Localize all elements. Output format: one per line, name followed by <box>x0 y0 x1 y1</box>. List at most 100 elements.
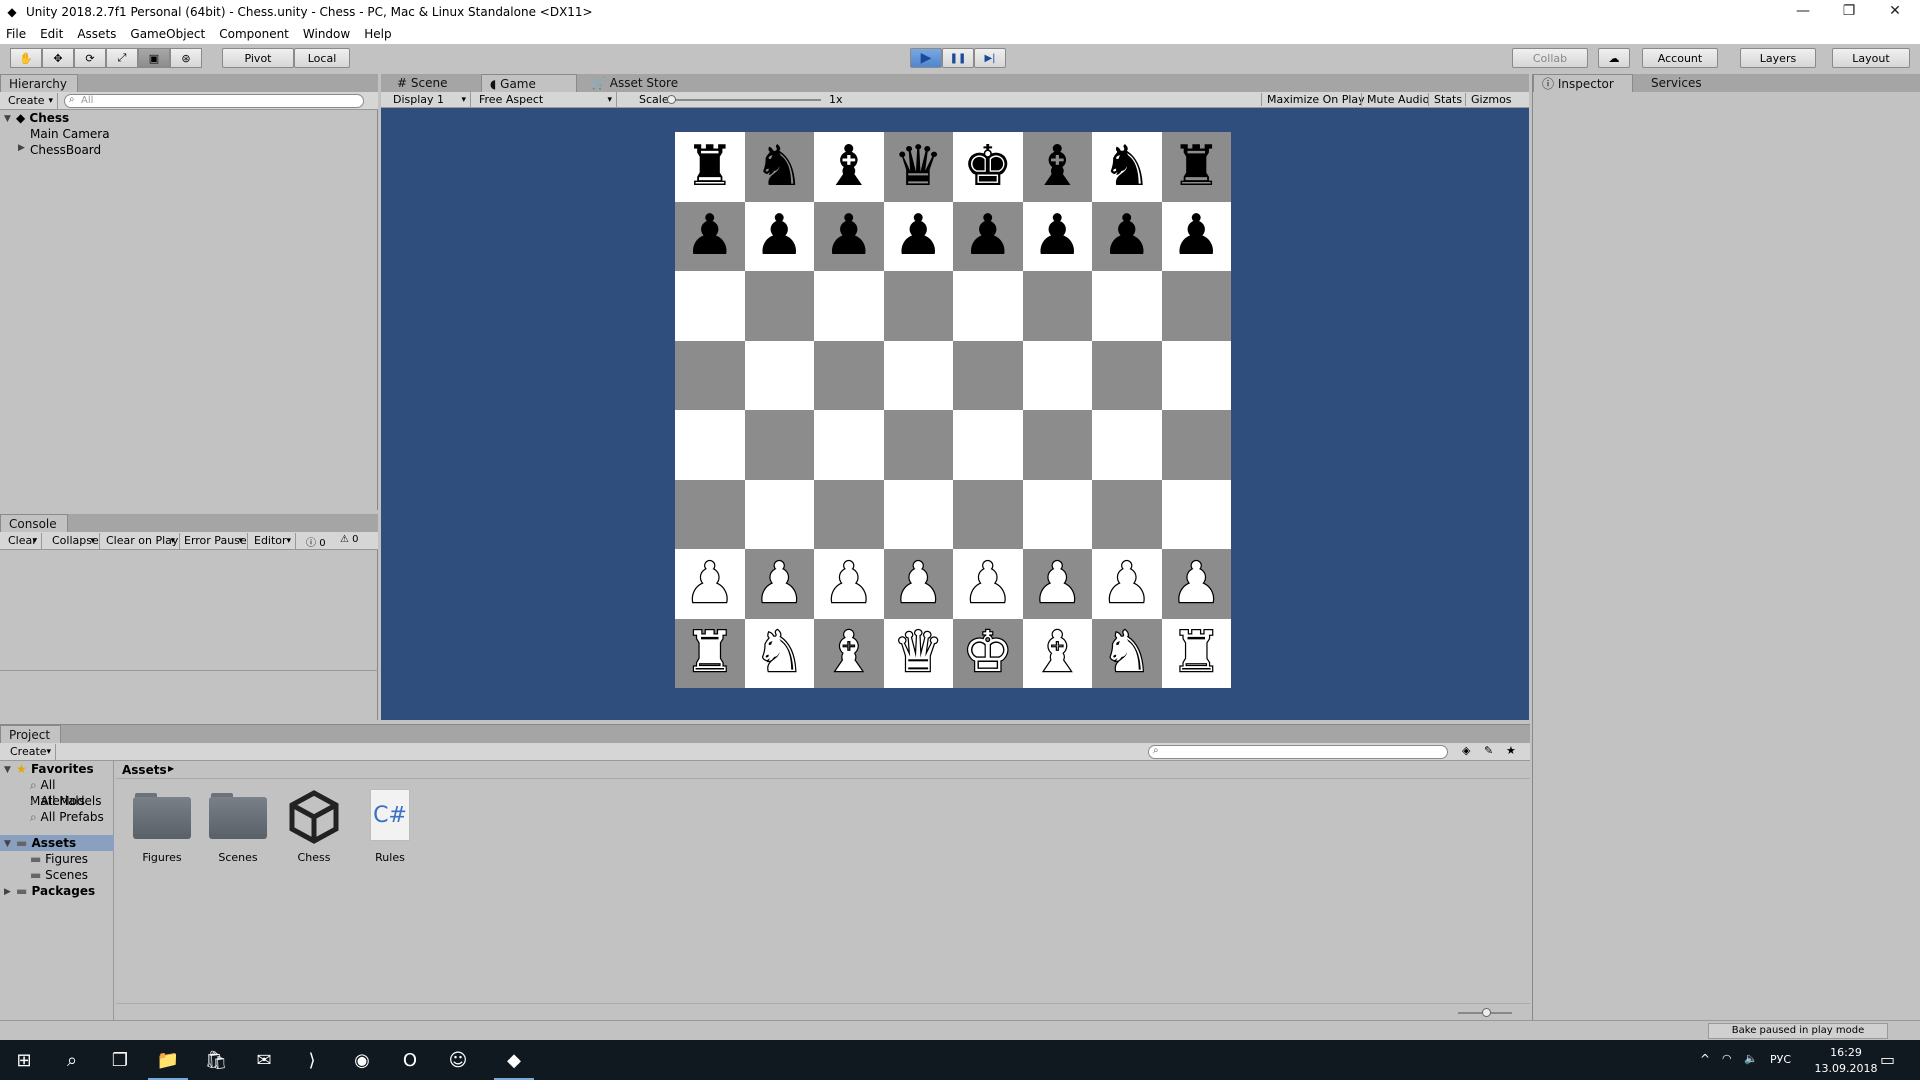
mute-audio-toggle[interactable]: Mute Audio <box>1361 93 1429 106</box>
project-create-dropdown[interactable]: Create <box>4 744 56 760</box>
black-queen-piece[interactable]: ♛ <box>893 138 943 195</box>
menu-gameobject[interactable]: GameObject <box>130 27 205 41</box>
board-square[interactable]: ♟ <box>675 549 745 619</box>
favorite-all-materials[interactable]: ⌕ All Materials <box>30 777 113 808</box>
assets-folder-figures[interactable]: ▬ Figures <box>30 851 88 867</box>
unity-icon[interactable]: ◆ <box>490 1040 538 1080</box>
scene-root-chess[interactable]: ◆ Chess <box>16 110 69 126</box>
filter-by-type-icon[interactable]: ◈ <box>1462 744 1470 757</box>
favorites-star-icon[interactable]: ★ <box>1506 744 1516 757</box>
board-square[interactable] <box>1161 340 1231 410</box>
board-square[interactable]: ♚ <box>953 132 1023 202</box>
black-pawn-piece[interactable]: ♟ <box>1171 208 1221 264</box>
input-language[interactable]: РУС <box>1770 1053 1791 1066</box>
board-square[interactable]: ♟ <box>1092 201 1162 271</box>
board-square[interactable] <box>744 271 814 341</box>
board-square[interactable] <box>814 340 884 410</box>
tab-inspector[interactable]: ⓘ Inspector <box>1533 74 1633 92</box>
white-pawn-piece[interactable]: ♟ <box>1031 554 1084 613</box>
board-square[interactable] <box>675 271 745 341</box>
chess-board[interactable]: ♜ ♞ ♝ ♛ ♚ ♝ ♞ ♜ ♟ ♟ ♟ ♟ ♟ ♟ ♟ ♟ ♟ ♟ ♟ ♟ ♟ ♟ ♟ ♟ ♜ ♞ ♝ ♛ ♚ ♝ ♞ ♜ <box>675 132 1231 688</box>
board-square[interactable] <box>1161 271 1231 341</box>
scale-slider-track[interactable] <box>671 99 821 101</box>
board-square[interactable]: ♟ <box>1022 549 1092 619</box>
board-square[interactable]: ♟ <box>1022 201 1092 271</box>
favorite-all-prefabs[interactable]: ⌕ All Prefabs <box>30 809 104 825</box>
black-bishop-piece[interactable]: ♝ <box>1032 138 1082 195</box>
asset-scenes-folder[interactable]: Scenes <box>198 793 278 864</box>
step-button[interactable]: ▶| <box>974 48 1006 68</box>
favorite-all-models[interactable]: ⌕ All Models <box>30 793 102 809</box>
board-square[interactable] <box>675 479 745 549</box>
black-pawn-piece[interactable]: ♟ <box>1032 208 1082 264</box>
white-knight-piece[interactable]: ♞ <box>753 624 806 683</box>
white-pawn-piece[interactable]: ♟ <box>1170 554 1223 613</box>
asset-rules-script[interactable]: C# Rules <box>350 789 430 864</box>
tab-console[interactable]: Console <box>0 514 68 532</box>
board-square[interactable] <box>814 479 884 549</box>
menu-assets[interactable]: Assets <box>77 27 116 41</box>
close-button[interactable]: ✕ <box>1872 0 1918 24</box>
board-square[interactable] <box>1092 479 1162 549</box>
board-square[interactable]: ♟ <box>883 201 953 271</box>
white-pawn-piece[interactable]: ♟ <box>1100 554 1153 613</box>
board-square[interactable] <box>1022 410 1092 480</box>
hierarchy-search-input[interactable]: ⌕ All <box>64 94 364 108</box>
board-square[interactable]: ♝ <box>814 618 884 688</box>
asset-chess-scene[interactable]: Chess <box>274 789 354 864</box>
game-view[interactable]: ♜ ♞ ♝ ♛ ♚ ♝ ♞ ♜ ♟ ♟ ♟ ♟ ♟ ♟ ♟ ♟ ♟ ♟ ♟ ♟ ♟ ♟ ♟ ♟ ♜ ♞ ♝ ♛ ♚ ♝ ♞ ♜ <box>381 108 1529 720</box>
board-square[interactable] <box>675 410 745 480</box>
filter-by-label-icon[interactable]: ✎ <box>1484 744 1493 757</box>
chess-scene-foldout[interactable]: ▼ <box>4 114 11 124</box>
hierarchy-item-chessboard[interactable]: ChessBoard <box>30 142 101 158</box>
icon-size-slider-thumb[interactable] <box>1482 1008 1491 1017</box>
white-knight-piece[interactable]: ♞ <box>1100 624 1153 683</box>
black-pawn-piece[interactable]: ♟ <box>685 208 735 264</box>
scale-slider-thumb[interactable] <box>667 95 676 104</box>
tab-asset-store[interactable]: 🛒 Asset Store <box>583 74 688 92</box>
black-pawn-piece[interactable]: ♟ <box>963 208 1013 264</box>
board-square[interactable] <box>744 410 814 480</box>
white-queen-piece[interactable]: ♛ <box>892 624 945 683</box>
board-square[interactable]: ♞ <box>1092 132 1162 202</box>
clock-time[interactable]: 16:29 <box>1816 1046 1876 1059</box>
volume-icon[interactable]: 🔈 <box>1744 1052 1758 1065</box>
board-square[interactable]: ♞ <box>1092 618 1162 688</box>
board-square[interactable] <box>744 340 814 410</box>
pivot-toggle[interactable]: Pivot <box>222 48 294 68</box>
board-square[interactable] <box>814 271 884 341</box>
black-pawn-piece[interactable]: ♟ <box>754 208 804 264</box>
board-square[interactable]: ♟ <box>1161 549 1231 619</box>
board-square[interactable]: ♟ <box>883 549 953 619</box>
console-clear-button[interactable]: Clear <box>2 533 42 549</box>
console-clear-on-play-button[interactable]: Clear on Play <box>102 533 180 549</box>
discord-icon[interactable]: ☺ <box>434 1040 482 1080</box>
board-square[interactable]: ♝ <box>814 132 884 202</box>
black-pawn-piece[interactable]: ♟ <box>1102 208 1152 264</box>
menu-help[interactable]: Help <box>364 27 391 41</box>
breadcrumb-assets[interactable]: Assets <box>122 763 167 777</box>
black-bishop-piece[interactable]: ♝ <box>824 138 874 195</box>
rotate-tool-button[interactable]: ⟳ <box>74 48 106 68</box>
board-square[interactable]: ♜ <box>1161 132 1231 202</box>
play-button[interactable]: ▶ <box>910 48 942 68</box>
tab-hierarchy[interactable]: Hierarchy <box>0 74 79 92</box>
white-king-piece[interactable]: ♚ <box>961 624 1014 683</box>
board-square[interactable] <box>953 340 1023 410</box>
board-square[interactable]: ♟ <box>814 201 884 271</box>
white-pawn-piece[interactable]: ♟ <box>822 554 875 613</box>
black-rook-piece[interactable]: ♜ <box>685 138 735 195</box>
transform-tool-button[interactable]: ⊛ <box>170 48 202 68</box>
minimize-button[interactable]: — <box>1780 0 1826 24</box>
favorites-foldout[interactable]: ▼ <box>4 765 11 775</box>
tab-project[interactable]: Project <box>0 725 62 743</box>
hierarchy-item-main-camera[interactable]: Main Camera <box>30 126 110 142</box>
console-editor-dropdown[interactable]: Editor <box>250 533 296 549</box>
action-center-icon[interactable]: ▭ <box>1880 1050 1895 1069</box>
board-square[interactable] <box>953 479 1023 549</box>
board-square[interactable]: ♟ <box>1161 201 1231 271</box>
asset-figures-folder[interactable]: Figures <box>122 793 202 864</box>
board-square[interactable] <box>883 479 953 549</box>
tab-scene[interactable]: # Scene <box>389 74 457 92</box>
steam-icon[interactable]: ◉ <box>338 1040 386 1080</box>
